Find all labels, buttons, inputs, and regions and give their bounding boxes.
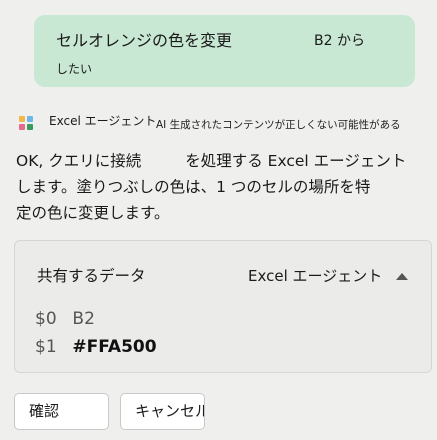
agent-header: Excel エージェント AI 生成されたコンテンツが正しくない可能性がある bbox=[18, 112, 428, 134]
user-message-bubble: セルオレンジの色を変更 B2 から したい bbox=[34, 15, 415, 87]
agent-response-line-1a: OK, クエリに接続 bbox=[16, 152, 142, 170]
user-message-tail: したい bbox=[56, 62, 93, 76]
excel-agent-logo-icon bbox=[18, 115, 34, 131]
param-row: $1 #FFA500 bbox=[35, 336, 157, 358]
shared-data-card: 共有するデータ Excel エージェント $0 B2 $1 #FFA500 bbox=[14, 240, 432, 373]
param-value: B2 bbox=[72, 309, 95, 329]
agent-name: Excel エージェント bbox=[49, 114, 157, 128]
param-value: #FFA500 bbox=[72, 337, 157, 357]
shared-data-title: 共有するデータ bbox=[37, 267, 146, 285]
agent-response-line-3: 定の色に変更します。 bbox=[16, 204, 170, 222]
param-key: $0 bbox=[35, 309, 57, 329]
user-message-text: セルオレンジの色を変更 bbox=[56, 31, 233, 50]
agent-response-line-2: します。塗りつぶしの色は、1 つのセルの場所を特 bbox=[16, 178, 371, 196]
agent-response: OK, クエリに接続 を処理する Excel エージェント します。塗りつぶしの色… bbox=[16, 148, 421, 226]
user-message-cell: B2 から bbox=[314, 33, 365, 49]
agent-response-line-1: OK, クエリに接続 を処理する Excel エージェント bbox=[16, 148, 421, 174]
param-key: $1 bbox=[35, 337, 57, 357]
collapse-triangle-up-icon[interactable] bbox=[393, 268, 411, 284]
ai-disclaimer: AI 生成されたコンテンツが正しくない可能性がある bbox=[156, 119, 401, 131]
param-row: $0 B2 bbox=[35, 308, 95, 330]
agent-response-line-1b: を処理する Excel エージェント bbox=[185, 152, 407, 170]
shared-data-agent-label: Excel エージェント bbox=[248, 267, 383, 285]
confirm-button[interactable]: 確認 bbox=[14, 393, 109, 430]
cancel-button[interactable]: キャンセル bbox=[120, 393, 205, 430]
